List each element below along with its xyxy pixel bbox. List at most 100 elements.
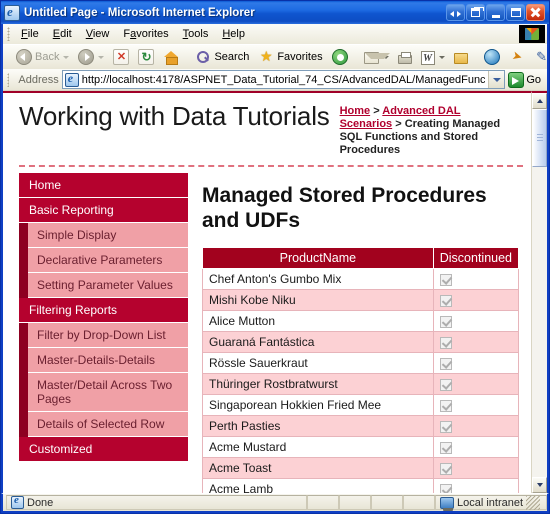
page-scrollbar-vertical[interactable] xyxy=(531,91,547,493)
menu-file[interactable]: File xyxy=(14,26,46,42)
back-icon xyxy=(16,49,32,65)
sidebar-item-declarative-parameters[interactable]: Declarative Parameters xyxy=(28,248,188,273)
scrollbar-thumb[interactable] xyxy=(532,109,547,167)
status-pane-3 xyxy=(371,495,403,510)
discontinued-checkbox xyxy=(439,378,452,391)
cell-product-name: Guaraná Fantástica xyxy=(202,331,434,353)
research-button[interactable] xyxy=(530,48,550,66)
table-row: Acme Toast xyxy=(202,457,520,479)
column-header-productname[interactable]: ProductName xyxy=(202,247,434,269)
sidebar-item-simple-display[interactable]: Simple Display xyxy=(28,223,188,248)
cell-discontinued xyxy=(432,331,520,353)
address-dropdown-icon[interactable] xyxy=(488,71,505,88)
address-bar: Address http://localhost:4178/ASPNET_Dat… xyxy=(3,69,547,91)
discontinued-checkbox xyxy=(439,294,452,307)
maximize-button[interactable] xyxy=(506,4,525,21)
go-button[interactable]: Go xyxy=(508,71,547,88)
globe-button[interactable] xyxy=(480,48,504,66)
cell-discontinued xyxy=(432,436,520,458)
status-pane-2 xyxy=(339,495,371,510)
status-pane-4 xyxy=(403,495,435,510)
word-caret-icon[interactable] xyxy=(438,55,445,59)
window-title: Untitled Page - Microsoft Internet Explo… xyxy=(24,6,255,19)
column-header-discontinued[interactable]: Discontinued xyxy=(432,247,520,269)
sidebar-item-customized[interactable]: Customized xyxy=(19,437,188,462)
page-title: Working with Data Tutorials xyxy=(19,101,330,131)
table-row: Perth Pasties xyxy=(202,415,520,437)
forward-history-caret-icon[interactable] xyxy=(98,55,105,59)
back-history-caret-icon[interactable] xyxy=(63,55,70,59)
menu-bar: File Edit View Favorites Tools Help xyxy=(3,24,547,44)
favorites-star-icon xyxy=(258,49,274,65)
local-intranet-icon xyxy=(440,496,454,511)
ie-brand-logo xyxy=(519,25,545,43)
minimize-button[interactable] xyxy=(486,4,505,21)
scroll-down-button[interactable] xyxy=(532,477,547,493)
sidebar-item-filtering-reports[interactable]: Filtering Reports xyxy=(19,298,188,323)
restore-window-button[interactable] xyxy=(466,4,485,21)
print-button[interactable] xyxy=(394,50,416,65)
menu-tools[interactable]: Tools xyxy=(176,26,216,42)
search-button[interactable]: Search xyxy=(191,48,253,66)
scroll-up-button[interactable] xyxy=(532,93,547,109)
cell-discontinued xyxy=(432,478,520,493)
discontinued-checkbox xyxy=(439,462,452,475)
cell-product-name: Mishi Kobe Niku xyxy=(202,289,434,311)
messenger-button[interactable] xyxy=(450,49,472,65)
restore-down-split-button[interactable] xyxy=(446,4,465,21)
table-row: Mishi Kobe Niku xyxy=(202,289,520,311)
sidebar-item-filter-by-drop-down-list[interactable]: Filter by Drop-Down List xyxy=(28,323,188,348)
main-toolbar: Back Search Favorites xyxy=(3,44,550,69)
resize-grip-icon[interactable] xyxy=(526,495,540,510)
products-grid: ProductName Discontinued Chef Anton's Gu… xyxy=(202,247,520,493)
table-row: Acme Lamb xyxy=(202,478,520,493)
mail-button[interactable] xyxy=(360,49,393,65)
sidebar-item-home[interactable]: Home xyxy=(19,173,188,198)
back-button[interactable]: Back xyxy=(12,48,73,66)
menu-help[interactable]: Help xyxy=(215,26,252,42)
forward-button[interactable] xyxy=(74,48,108,66)
close-button[interactable] xyxy=(526,4,545,21)
breadcrumb-link-home[interactable]: Home xyxy=(340,105,371,117)
page-body: Home Basic Reporting Simple Display Decl… xyxy=(3,167,531,493)
address-grip[interactable] xyxy=(7,72,10,87)
content-heading: Managed Stored Procedures and UDFs xyxy=(202,184,487,232)
cell-product-name: Chef Anton's Gumbo Mix xyxy=(202,268,434,290)
browser-window: Untitled Page - Microsoft Internet Explo… xyxy=(0,0,550,514)
scrollbar-track[interactable] xyxy=(532,109,547,477)
edit-button[interactable] xyxy=(505,48,529,66)
sidebar-item-details-of-selected-row[interactable]: Details of Selected Row xyxy=(28,412,188,437)
go-label: Go xyxy=(526,73,541,86)
media-icon xyxy=(331,49,348,65)
menu-edit[interactable]: Edit xyxy=(46,26,79,42)
media-button[interactable] xyxy=(328,48,352,66)
table-row: Thüringer Rostbratwurst xyxy=(202,373,520,395)
home-icon xyxy=(163,49,179,65)
sidebar-group-filtering-reports: Filter by Drop-Down List Master-Details-… xyxy=(19,323,188,437)
search-icon xyxy=(195,49,211,65)
sidebar-item-master-detail-across-two-pages[interactable]: Master/Detail Across Two Pages xyxy=(28,373,188,412)
menu-view[interactable]: View xyxy=(79,26,117,42)
edit-in-word-button[interactable] xyxy=(417,49,449,66)
cell-product-name: Perth Pasties xyxy=(202,415,434,437)
favorites-button[interactable]: Favorites xyxy=(254,48,326,66)
address-input[interactable]: http://localhost:4178/ASPNET_Data_Tutori… xyxy=(61,70,506,89)
sidebar-item-master-details-details[interactable]: Master-Details-Details xyxy=(28,348,188,373)
security-zone-pane[interactable]: Local intranet xyxy=(435,495,547,511)
home-button[interactable] xyxy=(159,48,183,66)
cell-discontinued xyxy=(432,310,520,332)
sidebar-item-setting-parameter-values[interactable]: Setting Parameter Values xyxy=(28,273,188,298)
globe-icon xyxy=(483,49,500,65)
stop-button[interactable] xyxy=(109,48,133,66)
search-label: Search xyxy=(214,51,250,63)
refresh-icon xyxy=(138,49,155,65)
menu-grip[interactable] xyxy=(7,27,10,41)
table-header-row: ProductName Discontinued xyxy=(202,247,520,269)
cell-discontinued xyxy=(432,352,520,374)
refresh-button[interactable] xyxy=(134,48,158,66)
menu-favorites[interactable]: Favorites xyxy=(116,26,175,42)
table-row: Chef Anton's Gumbo Mix xyxy=(202,268,520,290)
address-label: Address xyxy=(18,73,59,86)
sidebar-item-basic-reporting[interactable]: Basic Reporting xyxy=(19,198,188,223)
cell-product-name: Rössle Sauerkraut xyxy=(202,352,434,374)
